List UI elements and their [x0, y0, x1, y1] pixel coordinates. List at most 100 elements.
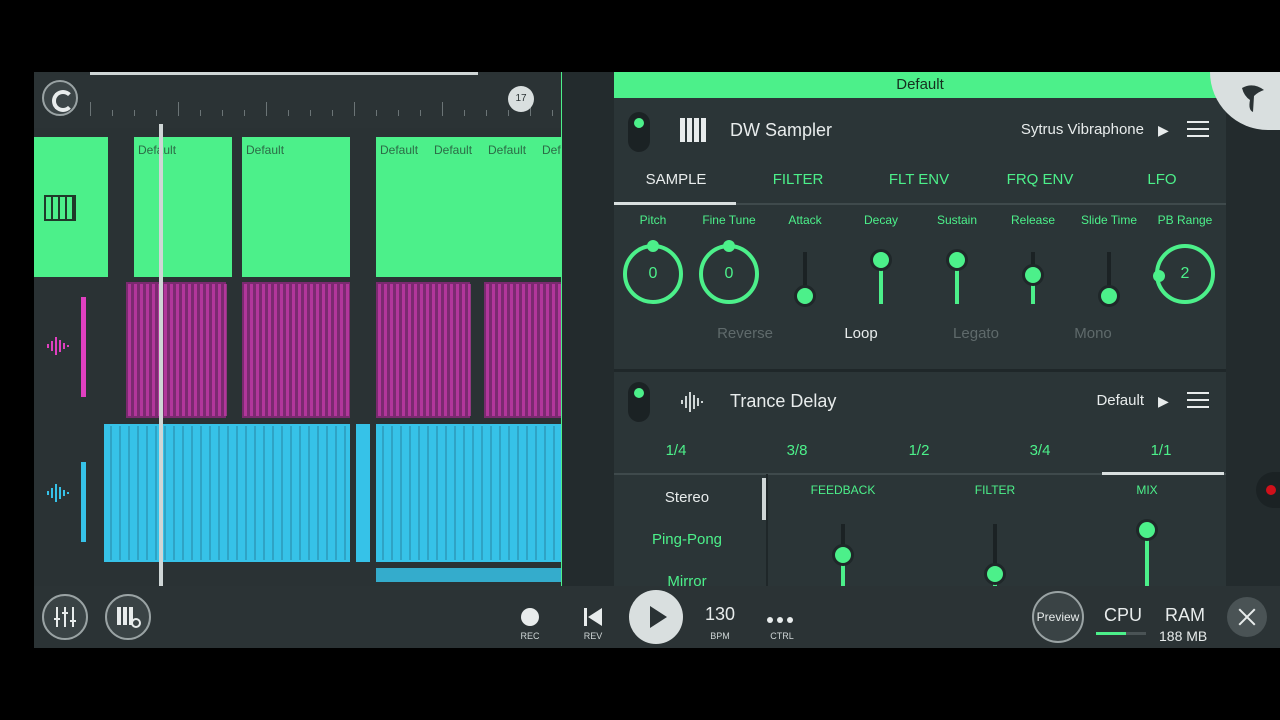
- slide-time-slider[interactable]: [1098, 252, 1120, 307]
- legato-option[interactable]: Legato: [936, 325, 1016, 342]
- filter-label: FILTER: [974, 483, 1016, 497]
- mixer-button[interactable]: [42, 594, 88, 640]
- channel-rack: Default DW Sampler Sytrus Vibraphone ▶ S…: [614, 72, 1226, 590]
- playlist-panel[interactable]: 17 Default Default Default Default Defau…: [34, 72, 562, 586]
- sustain-slider[interactable]: [946, 249, 968, 304]
- active-tab-underline: [614, 202, 736, 205]
- waveform-icon: [47, 484, 69, 502]
- audio-clip[interactable]: [356, 424, 370, 562]
- slide-time-label: Slide Time: [1080, 213, 1138, 227]
- sampler-clip[interactable]: [90, 137, 108, 277]
- attack-label: Attack: [788, 213, 822, 227]
- delay-filter-slider-thumb[interactable]: [984, 563, 1006, 585]
- knob-indicator: [723, 240, 735, 252]
- mono-option[interactable]: Mono: [1053, 325, 1133, 342]
- fl-logo-icon[interactable]: [42, 80, 78, 116]
- fine-tune-knob[interactable]: 0: [699, 240, 759, 304]
- playhead[interactable]: [159, 124, 163, 586]
- tab-lfo[interactable]: LFO: [1112, 171, 1212, 188]
- knob-indicator: [647, 240, 659, 252]
- tab-filter[interactable]: FILTER: [748, 171, 848, 188]
- release-slider[interactable]: [1022, 252, 1044, 304]
- audio-clip-strip[interactable]: [376, 568, 562, 582]
- mode-stereo[interactable]: Stereo: [617, 489, 757, 506]
- sampler-menu-icon[interactable]: [1187, 121, 1209, 139]
- cpu-meter: [1096, 632, 1126, 635]
- knob-indicator: [1153, 270, 1165, 282]
- delay-feedback-slider-thumb[interactable]: [832, 544, 854, 566]
- track-header-sampler[interactable]: [34, 137, 90, 277]
- delay-preset-name[interactable]: Default: [1014, 392, 1144, 409]
- sampler-clip[interactable]: Default: [430, 137, 484, 277]
- sampler-clip[interactable]: Default: [376, 137, 430, 277]
- mode-ping-pong[interactable]: Ping-Pong: [617, 531, 757, 548]
- piano-icon: [44, 195, 76, 221]
- release-slider-thumb[interactable]: [1022, 264, 1044, 286]
- loop-option[interactable]: Loop: [821, 325, 901, 342]
- ctrl-label: CTRL: [770, 631, 794, 641]
- decay-slider[interactable]: [870, 249, 892, 304]
- preview-button[interactable]: Preview: [1032, 591, 1084, 643]
- delay-feedback-slider[interactable]: [832, 524, 854, 586]
- delay-time-1-4[interactable]: 1/4: [626, 442, 726, 459]
- delay-title: Trance Delay: [730, 391, 837, 411]
- delay-mix-slider-thumb[interactable]: [1136, 519, 1158, 541]
- side-record-indicator[interactable]: [1256, 472, 1280, 508]
- reverse-option[interactable]: Reverse: [705, 325, 785, 342]
- chevron-right-icon[interactable]: ▶: [1158, 122, 1169, 139]
- release-label: Release: [1010, 213, 1056, 227]
- sampler-clip[interactable]: Default: [242, 137, 350, 277]
- sampler-enable-toggle[interactable]: [628, 112, 650, 152]
- delay-time-3-4[interactable]: 3/4: [990, 442, 1090, 459]
- chevron-right-icon[interactable]: ▶: [1158, 393, 1169, 410]
- tab-frq-env[interactable]: FRQ ENV: [990, 171, 1090, 188]
- bar-number-badge: 17: [508, 86, 534, 112]
- ram-value: 188 MB: [1159, 628, 1208, 644]
- delay-filter-slider[interactable]: [984, 524, 1006, 586]
- preset-bar[interactable]: Default: [614, 72, 1226, 98]
- close-button[interactable]: [1227, 597, 1267, 637]
- delay-time-3-8[interactable]: 3/8: [747, 442, 847, 459]
- delay-enable-toggle[interactable]: [628, 382, 650, 422]
- pitch-knob[interactable]: 0: [623, 240, 683, 304]
- audio-clip[interactable]: [104, 424, 232, 562]
- rewind-icon[interactable]: [582, 606, 604, 628]
- waveform-icon: [47, 337, 69, 355]
- sampler-clip[interactable]: Default: [134, 137, 232, 277]
- delay-time-1-2[interactable]: 1/2: [869, 442, 969, 459]
- delay-time-1-1[interactable]: 1/1: [1111, 442, 1211, 459]
- timeline-scroll-bar[interactable]: [90, 72, 478, 75]
- feedback-label: FEEDBACK: [810, 483, 876, 497]
- pb-range-label: PB Range: [1157, 213, 1213, 227]
- sampler-title: DW Sampler: [730, 120, 833, 140]
- fl-studio-mobile-app: 17 Default Default Default Default Defau…: [34, 72, 1280, 648]
- sampler-clip[interactable]: Default: [484, 137, 538, 277]
- mix-label: MIX: [1136, 483, 1158, 497]
- more-dots-icon[interactable]: [765, 610, 795, 628]
- record-button[interactable]: [521, 608, 539, 626]
- piano-settings-button[interactable]: [105, 594, 151, 640]
- track-header-audio[interactable]: [34, 422, 90, 562]
- fine-tune-label: Fine Tune: [702, 213, 756, 227]
- timeline-ruler[interactable]: 17: [34, 72, 562, 128]
- delay-mix-slider[interactable]: [1136, 519, 1158, 586]
- pb-range-knob[interactable]: 2: [1153, 244, 1215, 304]
- bpm-value[interactable]: 130: [695, 604, 745, 625]
- attack-slider-thumb[interactable]: [794, 285, 816, 307]
- track-header-pattern[interactable]: [34, 277, 90, 417]
- sampler-clip[interactable]: Def: [538, 137, 562, 277]
- attack-slider[interactable]: [794, 252, 816, 307]
- ram-label: RAM: [1165, 605, 1205, 625]
- sampler-preset-name[interactable]: Sytrus Vibraphone: [954, 121, 1144, 138]
- decay-slider-thumb[interactable]: [870, 249, 892, 271]
- rev-label: REV: [583, 631, 603, 641]
- slide-time-slider-thumb[interactable]: [1098, 285, 1120, 307]
- mixer-icon: [54, 607, 76, 627]
- piano-settings-icon: [117, 607, 141, 628]
- sustain-slider-thumb[interactable]: [946, 249, 968, 271]
- tab-flt-env[interactable]: FLT ENV: [869, 171, 969, 188]
- tab-sample[interactable]: SAMPLE: [626, 171, 726, 188]
- delay-menu-icon[interactable]: [1187, 392, 1209, 410]
- play-button[interactable]: [629, 590, 683, 644]
- rec-label: REC: [520, 631, 540, 641]
